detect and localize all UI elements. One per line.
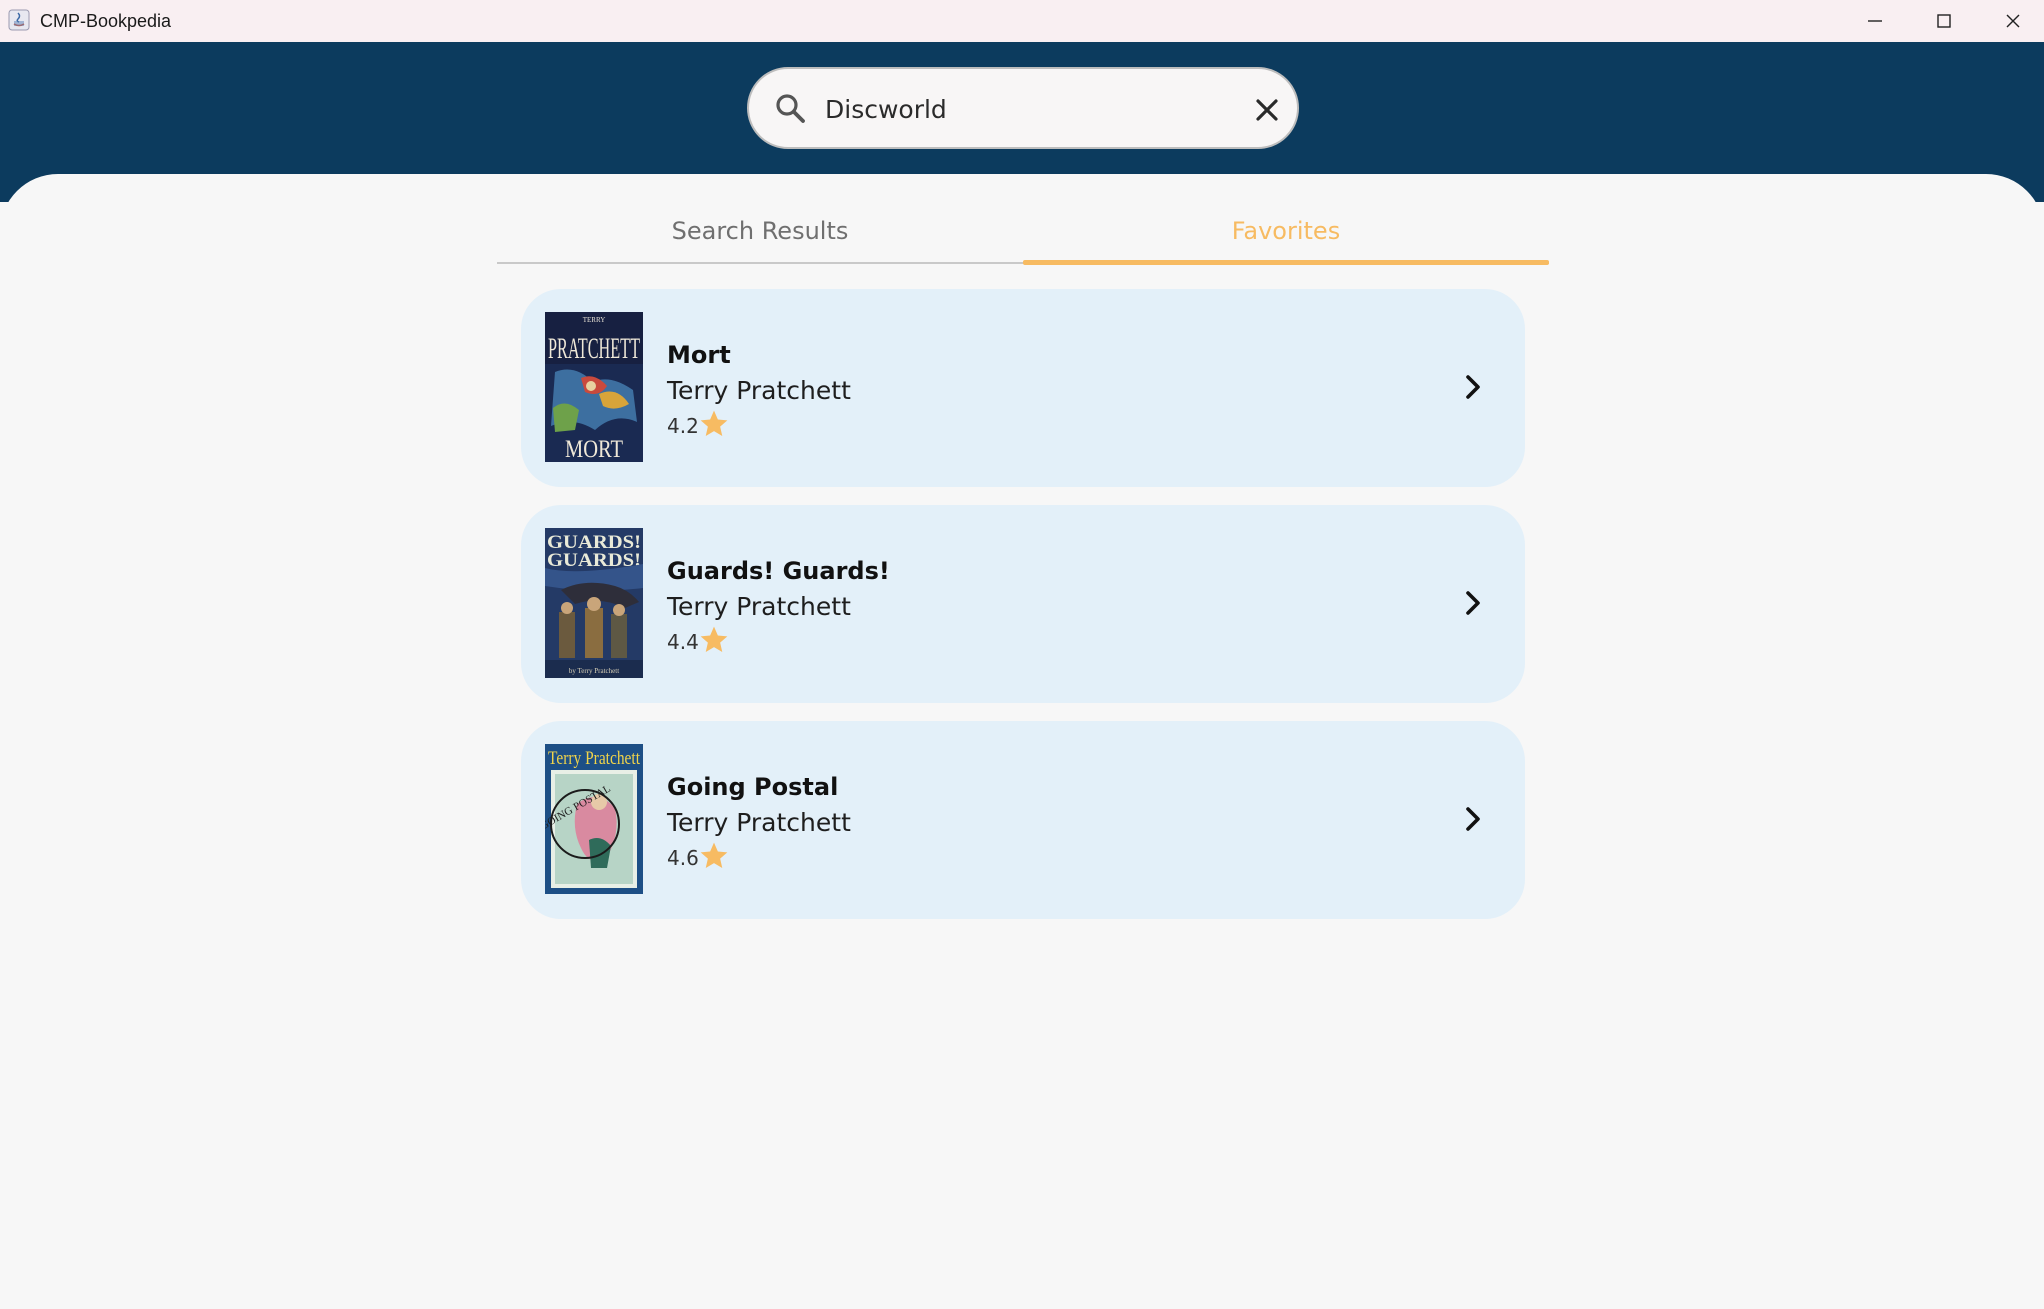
close-window-button[interactable]: [1978, 0, 2044, 42]
book-title: Mort: [667, 341, 731, 369]
java-app-icon: [8, 9, 30, 31]
chevron-right-icon: [1466, 591, 1480, 615]
book-rating: 4.2: [667, 414, 699, 438]
mort-book-cover: TERRY PRATCHETT MORT: [545, 312, 643, 462]
going-postal-book-cover: Terry Pratchett GOING POSTAL: [545, 744, 643, 894]
guards-guards-book-cover: GUARDS! GUARDS! by Terry Pratchett: [545, 528, 643, 678]
minimize-button[interactable]: [1840, 0, 1910, 42]
selected-tab-indicator: [1023, 260, 1549, 265]
book-title: Going Postal: [667, 773, 839, 801]
book-title: Guards! Guards!: [667, 557, 890, 585]
book-author: Terry Pratchett: [667, 808, 851, 837]
search-icon: [776, 94, 805, 123]
star-icon: [700, 626, 728, 652]
book-author: Terry Pratchett: [667, 376, 851, 405]
book-cover-image: TERRY PRATCHETT MORT: [545, 312, 643, 462]
window-title-bar: CMP-Bookpedia: [0, 0, 2044, 42]
svg-text:by Terry Pratchett: by Terry Pratchett: [569, 667, 619, 675]
book-list-item[interactable]: TERRY PRATCHETT MORT Mort Terry Pratchet…: [521, 289, 1525, 487]
svg-text:PRATCHETT: PRATCHETT: [548, 332, 640, 365]
book-cover-image: GUARDS! GUARDS! by Terry Pratchett: [545, 528, 643, 678]
book-author: Terry Pratchett: [667, 592, 851, 621]
book-rating: 4.6: [667, 846, 699, 870]
tab-row: Search Results Favorites: [497, 210, 1549, 265]
star-icon: [700, 410, 728, 436]
book-list-item[interactable]: GUARDS! GUARDS! by Terry Pratchett Guard…: [521, 505, 1525, 703]
star-icon: [700, 842, 728, 868]
close-icon[interactable]: [1247, 90, 1287, 130]
svg-text:Terry Pratchett: Terry Pratchett: [548, 748, 641, 769]
chevron-right-icon: [1466, 375, 1480, 399]
chevron-right-icon: [1466, 807, 1480, 831]
close-icon: [2006, 14, 2020, 28]
window-title: CMP-Bookpedia: [40, 11, 172, 31]
search-bar[interactable]: [747, 67, 1299, 149]
svg-text:MORT: MORT: [565, 436, 623, 462]
book-list-item[interactable]: Terry Pratchett GOING POSTAL Going Posta…: [521, 721, 1525, 919]
maximize-icon: [1937, 14, 1951, 28]
search-input[interactable]: [825, 86, 1205, 132]
book-cover-image: Terry Pratchett GOING POSTAL: [545, 744, 643, 894]
book-rating: 4.4: [667, 630, 699, 654]
minimize-icon: [1868, 20, 1882, 22]
tab-favorites[interactable]: Favorites: [1023, 210, 1549, 264]
maximize-button[interactable]: [1909, 0, 1979, 42]
svg-text:TERRY: TERRY: [583, 316, 606, 324]
tab-search-results[interactable]: Search Results: [497, 210, 1023, 264]
